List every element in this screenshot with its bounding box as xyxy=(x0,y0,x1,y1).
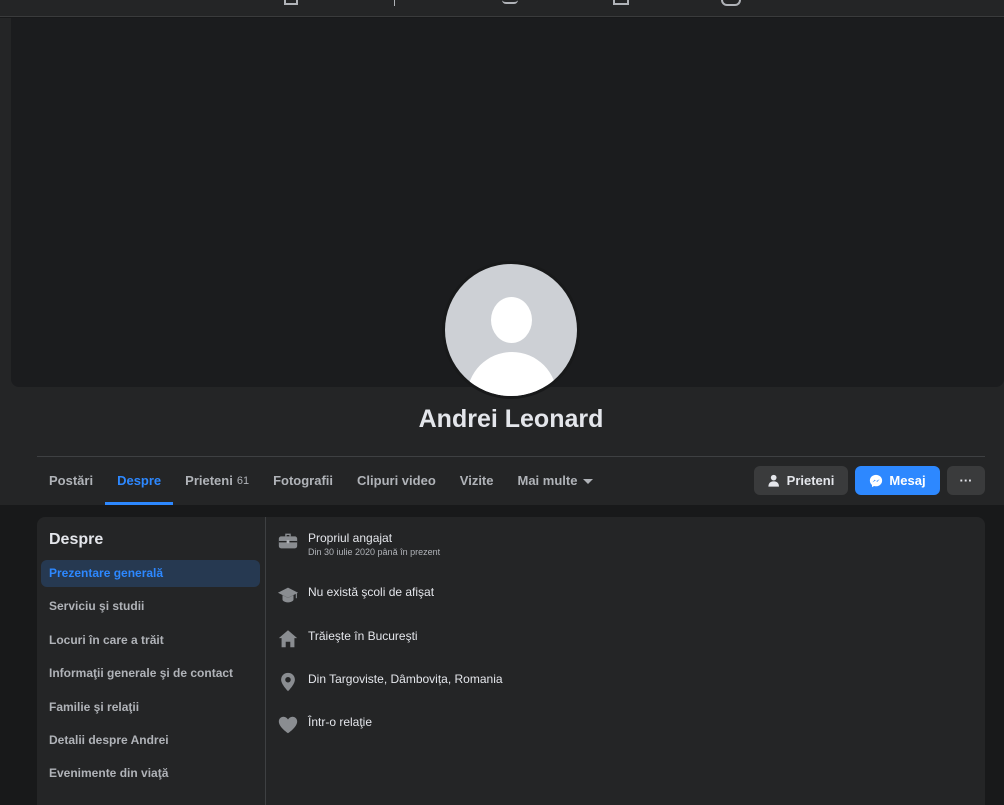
info-text[interactable]: Trăieşte în Bucureşti xyxy=(308,628,418,644)
tab-label: Despre xyxy=(117,473,162,488)
profile-avatar[interactable] xyxy=(442,261,580,399)
avatar-head xyxy=(491,297,532,343)
marketplace-icon[interactable] xyxy=(613,0,629,5)
info-text[interactable]: Din Targoviste, Dâmbovița, Romania xyxy=(308,671,503,687)
caret-down-icon xyxy=(583,478,594,484)
briefcase-icon xyxy=(278,533,298,549)
location-pin-icon xyxy=(281,672,295,692)
user-check-icon xyxy=(768,474,779,487)
info-row-education: Nu există şcoli de afişat xyxy=(277,584,434,606)
friends-count: 61 xyxy=(236,475,250,487)
sidebar-item-life-events[interactable]: Evenimente din viaţă xyxy=(41,760,260,787)
default-avatar-icon xyxy=(445,264,577,396)
avatar-body xyxy=(467,352,557,396)
profile-header: Andrei Leonard Postări Despre Prieteni 6… xyxy=(0,18,1004,505)
tab-friends[interactable]: Prieteni 61 xyxy=(173,457,261,505)
message-button-label: Mesaj xyxy=(889,473,926,488)
friends-button-label: Prieteni xyxy=(786,473,835,488)
info-text[interactable]: Propriul angajat xyxy=(308,530,440,546)
message-button[interactable]: Mesaj xyxy=(855,466,940,495)
sidebar-item-contact-info[interactable]: Informaţii generale şi de contact xyxy=(41,660,260,687)
watch-icon[interactable] xyxy=(502,0,518,4)
messenger-icon xyxy=(870,474,883,487)
tab-label: Prieteni xyxy=(185,473,233,488)
profile-tabs: Postări Despre Prieteni 61 Fotografii Cl… xyxy=(37,457,605,505)
sidebar-item-family-relationships[interactable]: Familie şi relaţii xyxy=(41,694,260,721)
tab-label: Vizite xyxy=(459,473,494,488)
more-options-icon: ··· xyxy=(959,473,973,488)
info-text: Nu există şcoli de afişat xyxy=(308,585,435,599)
tab-posts[interactable]: Postări xyxy=(37,457,105,505)
top-navigation-bar xyxy=(0,0,1004,17)
groups-icon[interactable] xyxy=(721,0,741,6)
info-row-work: Propriul angajat Din 30 iulie 2020 până … xyxy=(277,530,440,559)
profile-name: Andrei Leonard xyxy=(418,405,604,433)
tab-photos[interactable]: Fotografii xyxy=(261,457,345,505)
tab-checkins[interactable]: Vizite xyxy=(448,457,506,505)
tab-more[interactable]: Mai multe xyxy=(505,457,605,505)
tab-label: Postări xyxy=(49,473,94,488)
tab-label: Mai multe xyxy=(517,473,578,488)
profile-actions: Prieteni Mesaj ··· xyxy=(754,466,985,495)
about-card: Despre Prezentare generală Serviciu şi s… xyxy=(37,517,985,805)
tab-about[interactable]: Despre xyxy=(105,457,174,505)
tab-videos[interactable]: Clipuri video xyxy=(345,457,448,505)
tab-label: Fotografii xyxy=(273,473,334,488)
info-row-lives-in: Trăieşte în Bucureşti xyxy=(277,628,418,650)
info-subtext: Din 30 iulie 2020 până în prezent xyxy=(308,547,441,557)
info-row-relationship: Într-o relaţie xyxy=(277,714,372,736)
sidebar-item-work-education[interactable]: Serviciu şi studii xyxy=(41,593,260,620)
friends-button[interactable]: Prieteni xyxy=(754,466,848,495)
tab-label: Clipuri video xyxy=(357,473,436,488)
about-overview: Propriul angajat Din 30 iulie 2020 până … xyxy=(277,517,977,805)
info-row-hometown: Din Targoviste, Dâmbovița, Romania xyxy=(277,671,503,693)
graduation-cap-icon xyxy=(277,587,299,603)
home-icon[interactable] xyxy=(284,0,298,5)
more-options-button[interactable]: ··· xyxy=(947,466,985,495)
sidebar-item-places-lived[interactable]: Locuri în care a trăit xyxy=(41,627,260,654)
sidebar-item-details[interactable]: Detalii despre Andrei xyxy=(41,727,260,754)
nav-divider xyxy=(394,0,395,6)
about-sidebar: Despre Prezentare generală Serviciu şi s… xyxy=(37,517,266,805)
heart-icon xyxy=(278,716,298,734)
home-icon xyxy=(278,630,298,648)
sidebar-item-overview[interactable]: Prezentare generală xyxy=(41,560,260,587)
about-title: Despre xyxy=(49,531,104,548)
info-text: Într-o relaţie xyxy=(308,715,373,729)
